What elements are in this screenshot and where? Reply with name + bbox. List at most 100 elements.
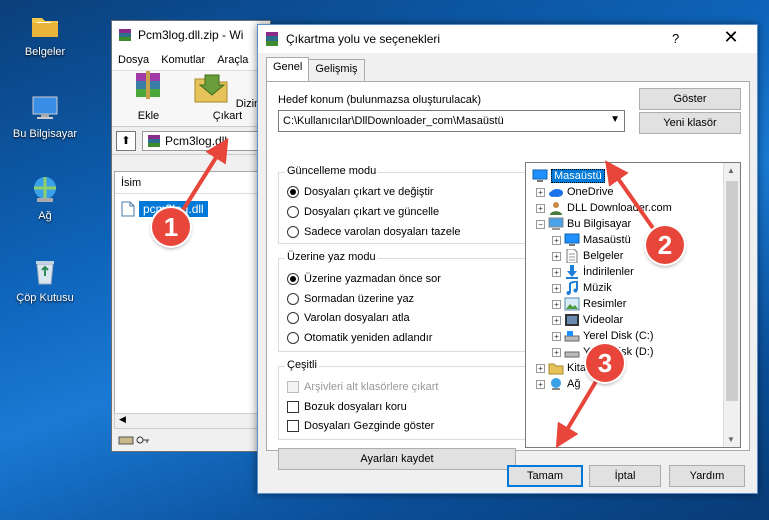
tree-node-pc-desktop[interactable]: + Masaüstü [552, 233, 631, 247]
tree-node-this-pc[interactable]: − Bu Bilgisayar [536, 217, 631, 231]
checkbox[interactable] [287, 420, 299, 432]
help-button[interactable]: Yardım [669, 465, 745, 487]
collapse-icon[interactable]: − [536, 219, 545, 229]
tree-node-onedrive[interactable]: + OneDrive [536, 185, 613, 199]
overwrite-option-skip[interactable]: Varolan dosyaları atla [287, 312, 410, 324]
expand-icon[interactable]: + [552, 235, 561, 245]
expand-icon[interactable]: + [536, 379, 545, 389]
desktop-icon-computer[interactable]: Bu Bilgisayar [5, 92, 85, 140]
update-mode-title: Güncelleme modu [285, 165, 379, 177]
chevron-down-icon[interactable]: ▼ [610, 114, 620, 125]
radio-button[interactable] [287, 332, 299, 344]
folder-tree[interactable]: Masaüstü + OneDrive + DLL Downloader.com… [525, 162, 741, 448]
extract-dialog[interactable]: Çıkartma yolu ve seçenekleri ? ✕ Genel G… [257, 24, 758, 494]
computer-icon [548, 217, 564, 230]
misc-group: Çeşitli Arşivleri alt klasörlere çıkart … [278, 359, 531, 440]
overwrite-mode-title: Üzerine yaz modu [285, 251, 378, 263]
menu-komutlar[interactable]: Komutlar [161, 54, 205, 66]
tree-node-label: İndirilenler [583, 266, 634, 278]
dialog-tabs: Genel Gelişmiş [266, 57, 365, 81]
option-label: Dosyaları çıkart ve güncelle [304, 206, 440, 218]
expand-icon[interactable]: + [552, 251, 561, 261]
expand-icon[interactable]: + [552, 283, 561, 293]
close-icon[interactable]: ✕ [716, 27, 746, 48]
misc-option-keep-broken[interactable]: Bozuk dosyaları koru [287, 401, 407, 413]
expand-icon[interactable]: + [536, 363, 545, 373]
ok-button[interactable]: Tamam [507, 465, 583, 487]
add-button[interactable]: Ekle [122, 69, 175, 122]
tree-node-pictures[interactable]: + Resimler [552, 297, 626, 311]
scroll-down-icon[interactable]: ▼ [727, 435, 735, 444]
option-label: Dosyaları Gezginde göster [304, 420, 435, 432]
file-row[interactable]: pcm3log.dll [121, 200, 263, 218]
pictures-icon [564, 297, 580, 311]
file-list-hscrollbar[interactable]: ◀ [114, 413, 264, 429]
save-settings-button[interactable]: Ayarları kaydet [278, 448, 516, 470]
overwrite-option-rename[interactable]: Otomatik yeniden adlandır [287, 332, 432, 344]
radio-button[interactable] [287, 206, 299, 218]
winrar-titlebar[interactable]: Pcm3log.dll.zip - Wi [112, 21, 270, 49]
radio-button[interactable] [287, 273, 299, 285]
tree-node-videos[interactable]: + Videolar [552, 313, 623, 327]
tab-gelismis[interactable]: Gelişmiş [308, 59, 365, 81]
expand-icon[interactable]: + [536, 203, 545, 213]
tree-node-network[interactable]: + Ağ [536, 377, 580, 391]
menu-dosya[interactable]: Dosya [118, 54, 149, 66]
show-button[interactable]: Göster [639, 88, 741, 110]
scrollbar-thumb[interactable] [726, 181, 738, 401]
expand-icon[interactable]: + [552, 315, 561, 325]
radio-button[interactable] [287, 293, 299, 305]
tab-genel[interactable]: Genel [266, 57, 310, 81]
new-folder-button[interactable]: Yeni klasör [639, 112, 741, 134]
desktop-icon-documents[interactable]: Belgeler [5, 10, 85, 58]
update-option-freshen[interactable]: Sadece varolan dosyaları tazele [287, 226, 461, 238]
tree-node-label: Belgeler [583, 250, 624, 262]
tree-node-documents[interactable]: + Belgeler [552, 249, 623, 263]
up-folder-button[interactable]: ⬆ [116, 130, 136, 151]
cancel-button[interactable]: İptal [589, 465, 661, 487]
radio-button[interactable] [287, 226, 299, 238]
expand-icon[interactable]: + [552, 267, 561, 277]
tree-node-music[interactable]: + Müzik [552, 281, 612, 295]
onedrive-icon [549, 189, 563, 197]
checkbox[interactable] [287, 401, 299, 413]
tree-node-label: DLL Downloader.com [567, 202, 672, 214]
destination-label: Hedef konum (bulunmazsa oluşturulacak) [278, 94, 481, 106]
option-label: Varolan dosyaları atla [304, 312, 410, 324]
dialog-titlebar[interactable]: Çıkartma yolu ve seçenekleri ? ✕ [258, 25, 757, 53]
destination-path-value: C:\Kullanıcılar\DllDownloader_com\Masaüs… [283, 115, 504, 127]
scroll-up-icon[interactable]: ▲ [727, 166, 735, 175]
menu-araclar[interactable]: Araçla [217, 54, 248, 66]
option-label: Otomatik yeniden adlandır [304, 332, 433, 344]
overwrite-option-without-prompt[interactable]: Sormadan üzerine yaz [287, 293, 414, 305]
overwrite-option-ask[interactable]: Üzerine yazmadan önce sor [287, 273, 441, 285]
update-option-update[interactable]: Dosyaları çıkart ve güncelle [287, 206, 439, 218]
expand-icon[interactable]: + [552, 347, 561, 357]
tree-node-desktop[interactable]: Masaüstü [532, 169, 605, 183]
folder-tree-scrollbar[interactable]: ▲ ▼ [723, 163, 740, 447]
desktop-icon-network[interactable]: Ağ [5, 174, 85, 222]
expand-icon[interactable]: + [552, 299, 561, 309]
radio-button[interactable] [287, 186, 299, 198]
update-option-replace[interactable]: Dosyaları çıkart ve değiştir [287, 186, 434, 198]
option-label: Sadece varolan dosyaları tazele [304, 226, 461, 238]
destination-path-combobox[interactable]: C:\Kullanıcılar\DllDownloader_com\Masaüs… [278, 110, 625, 132]
winrar-window[interactable]: Pcm3log.dll.zip - Wi Dosya Komutlar Araç… [111, 20, 271, 452]
radio-button[interactable] [287, 312, 299, 324]
tree-node-user[interactable]: + DLL Downloader.com [536, 201, 672, 215]
expand-icon[interactable]: + [552, 331, 561, 341]
tree-node-disk-c[interactable]: + Yerel Disk (C:) [552, 329, 654, 343]
column-header-name[interactable]: İsim [115, 172, 263, 194]
misc-option-show-in-explorer[interactable]: Dosyaları Gezginde göster [287, 420, 434, 432]
misc-option-subfolders: Arşivleri alt klasörlere çıkart [287, 381, 438, 393]
file-list[interactable]: İsim pcm3log.dll [114, 171, 264, 421]
option-label: Arşivleri alt klasörlere çıkart [304, 381, 439, 393]
desktop-icon-recycle-bin[interactable]: Çöp Kutusu [5, 256, 85, 304]
archive-path-text: Pcm3log.dll [165, 133, 228, 148]
expand-icon[interactable]: + [536, 187, 545, 197]
help-icon[interactable]: ? [672, 31, 679, 46]
archive-path-field[interactable]: Pcm3log.dll [142, 130, 270, 151]
tree-node-downloads[interactable]: + İndirilenler [552, 265, 634, 279]
step-badge-3: 3 [586, 344, 624, 382]
tree-node-label: Videolar [583, 314, 624, 326]
